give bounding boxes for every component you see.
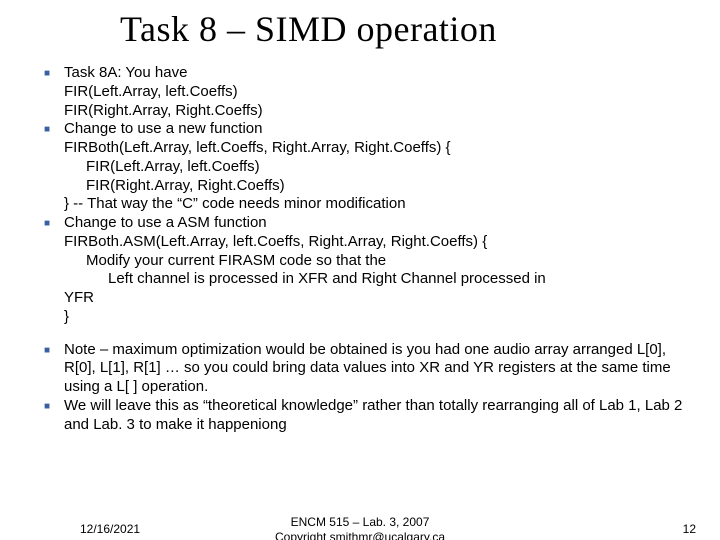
line: FIRBoth(Left.Array, left.Coeffs, Right.A… [64, 139, 690, 158]
bullet-item: ■ Note – maximum optimization would be o… [30, 341, 690, 397]
slide-body: ■ Task 8A: You have FIR(Left.Array, left… [30, 64, 690, 434]
line: FIRBoth.ASM(Left.Array, left.Coeffs, Rig… [64, 233, 690, 252]
line: Change to use a ASM function [64, 214, 690, 233]
bullet-text: Change to use a new function FIRBoth(Lef… [64, 120, 690, 214]
gap [30, 327, 690, 341]
line: FIR(Right.Array, Right.Coeffs) [64, 102, 690, 121]
bullet-icon: ■ [30, 214, 64, 327]
footer-line: ENCM 515 – Lab. 3, 2007 [0, 515, 720, 529]
slide-title: Task 8 – SIMD operation [120, 8, 690, 50]
line: FIR(Right.Array, Right.Coeffs) [64, 177, 690, 196]
line: Left channel is processed in XFR and Rig… [64, 270, 690, 289]
line: Modify your current FIRASM code so that … [64, 252, 690, 271]
bullet-item: ■ Change to use a new function FIRBoth(L… [30, 120, 690, 214]
bullet-text: Task 8A: You have FIR(Left.Array, left.C… [64, 64, 690, 120]
bullet-item: ■ Task 8A: You have FIR(Left.Array, left… [30, 64, 690, 120]
footer-center: ENCM 515 – Lab. 3, 2007 Copyright smithm… [0, 515, 720, 540]
slide: Task 8 – SIMD operation ■ Task 8A: You h… [0, 8, 720, 540]
bullet-icon: ■ [30, 341, 64, 397]
bullet-item: ■ We will leave this as “theoretical kno… [30, 397, 690, 435]
footer-line: Copyright smithmr@ucalgary.ca [0, 530, 720, 540]
bullet-text: We will leave this as “theoretical knowl… [64, 397, 690, 435]
line: Change to use a new function [64, 120, 690, 139]
line: } [64, 308, 690, 327]
line: Task 8A: You have [64, 64, 690, 83]
line: YFR [64, 289, 690, 308]
bullet-item: ■ Change to use a ASM function FIRBoth.A… [30, 214, 690, 327]
bullet-icon: ■ [30, 120, 64, 214]
footer-page-number: 12 [683, 522, 696, 536]
bullet-icon: ■ [30, 397, 64, 435]
line: FIR(Left.Array, left.Coeffs) [64, 83, 690, 102]
line: FIR(Left.Array, left.Coeffs) [64, 158, 690, 177]
bullet-icon: ■ [30, 64, 64, 120]
line: } -- That way the “C” code needs minor m… [64, 195, 690, 214]
bullet-text: Change to use a ASM function FIRBoth.ASM… [64, 214, 690, 327]
bullet-text: Note – maximum optimization would be obt… [64, 341, 690, 397]
